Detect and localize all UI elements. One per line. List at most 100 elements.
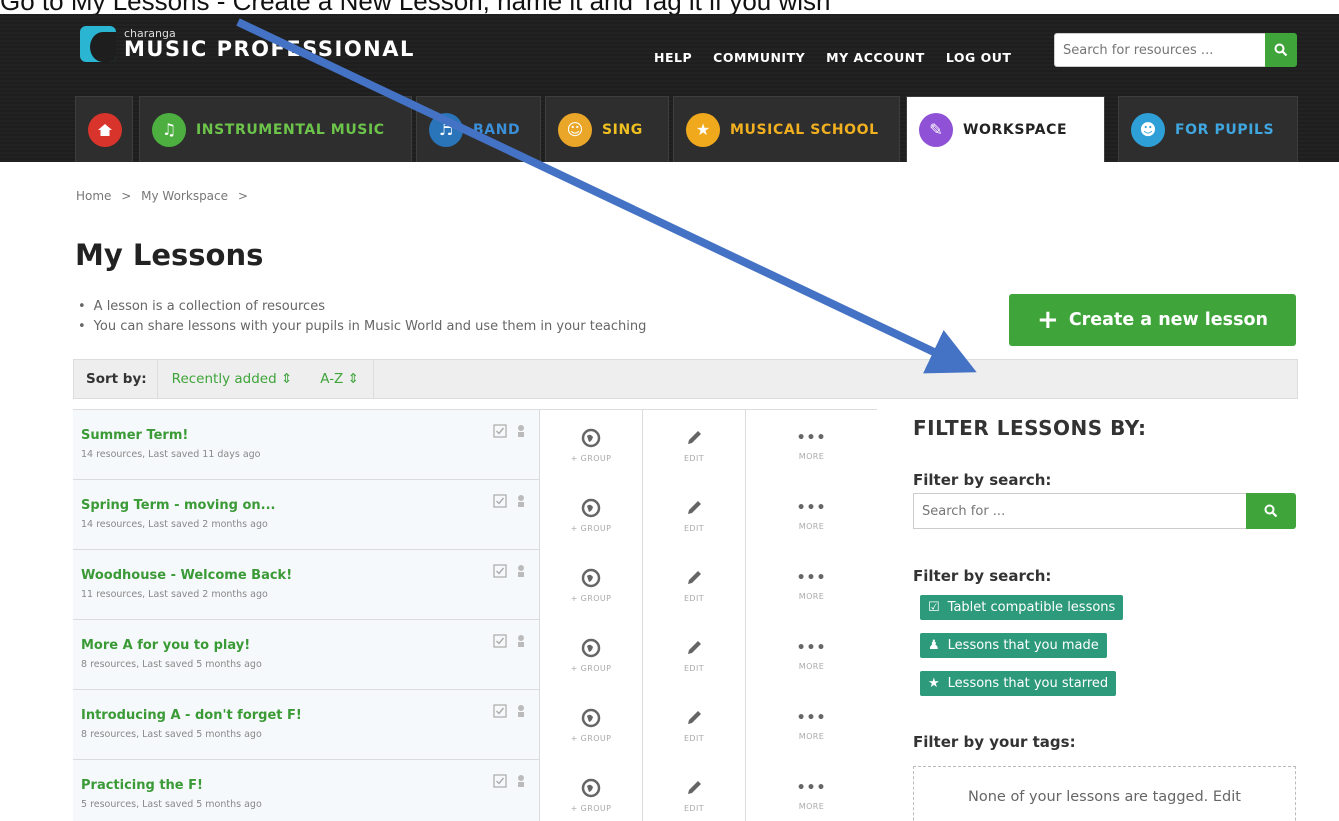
person-icon <box>518 705 524 717</box>
add-to-group-button[interactable]: + GROUP <box>539 480 642 550</box>
breadcrumb: Home > My Workspace > <box>76 189 254 203</box>
filter-search-button[interactable] <box>1246 493 1296 529</box>
filter-lessons-you-made[interactable]: ♟ Lessons that you made <box>920 633 1107 658</box>
edit-lesson-button[interactable]: EDIT <box>642 410 745 480</box>
add-to-group-button[interactable]: + GROUP <box>539 620 642 690</box>
edit-lesson-button[interactable]: EDIT <box>642 690 745 760</box>
person-icon <box>518 775 524 787</box>
nav-my-account-link[interactable]: MY ACCOUNT <box>826 50 925 65</box>
tab-workspace[interactable]: ✎ WORKSPACE <box>906 96 1105 162</box>
lesson-meta: 8 resources, Last saved 5 months ago <box>81 659 262 670</box>
sort-label: Sort by: <box>74 360 158 398</box>
lesson-name[interactable]: Woodhouse - Welcome Back! <box>81 568 292 583</box>
lesson-flags <box>493 564 527 578</box>
filter-type-label: Filter by search: <box>913 567 1052 585</box>
pencil-icon <box>688 710 701 724</box>
lesson-row[interactable]: Introducing A - don't forget F! 8 resour… <box>73 690 877 760</box>
create-new-lesson-button[interactable]: + Create a new lesson <box>1009 294 1296 346</box>
lesson-meta: 14 resources, Last saved 11 days ago <box>81 449 261 460</box>
pencil-icon <box>688 500 701 514</box>
ellipsis-icon: ••• <box>796 499 827 516</box>
more-options-button[interactable]: ••• MORE <box>745 550 877 620</box>
top-nav: HELP COMMUNITY MY ACCOUNT LOG OUT <box>654 50 1011 65</box>
charanga-logo[interactable]: charanga MUSIC PROFESSIONAL <box>80 26 415 62</box>
add-to-group-button[interactable]: + GROUP <box>539 690 642 760</box>
globe-icon <box>581 778 601 797</box>
globe-icon <box>581 498 601 517</box>
edit-lesson-button[interactable]: EDIT <box>642 620 745 690</box>
group-caption: + GROUP <box>570 733 612 743</box>
nav-help-link[interactable]: HELP <box>654 50 692 65</box>
lesson-row[interactable]: More A for you to play! 8 resources, Las… <box>73 620 877 690</box>
group-caption: + GROUP <box>570 803 612 813</box>
add-to-group-button[interactable]: + GROUP <box>539 410 642 480</box>
band-icon: ♬ <box>429 112 463 147</box>
tab-home[interactable] <box>75 96 133 162</box>
pencil-icon <box>688 780 701 794</box>
more-options-button[interactable]: ••• MORE <box>745 410 877 480</box>
lesson-flags <box>493 704 527 718</box>
tab-label: SING <box>602 121 643 138</box>
tablet-check-icon <box>493 424 507 438</box>
filter-lessons-you-starred[interactable]: ★ Lessons that you starred <box>920 671 1117 696</box>
musical-school-icon: ★ <box>686 112 720 147</box>
filter-search-label: Filter by search: <box>913 471 1052 489</box>
tab-instrumental-music[interactable]: ♫ INSTRUMENTAL MUSIC <box>139 96 412 162</box>
tab-band[interactable]: ♬ BAND <box>416 96 541 162</box>
sort-a-z[interactable]: A-Z ⇕ <box>306 360 374 398</box>
lesson-row[interactable]: Summer Term! 14 resources, Last saved 11… <box>73 410 877 480</box>
chip-label: Lessons that you made <box>947 638 1099 653</box>
lesson-flags <box>493 634 527 648</box>
filter-search-input[interactable] <box>913 493 1246 529</box>
nav-log-out-link[interactable]: LOG OUT <box>946 50 1012 65</box>
pencil-icon <box>688 570 701 584</box>
resource-search-button[interactable] <box>1265 33 1297 67</box>
charanga-logo-icon <box>80 26 116 62</box>
breadcrumb-workspace-link[interactable]: My Workspace <box>141 189 228 203</box>
search-icon <box>1264 504 1278 518</box>
nav-community-link[interactable]: COMMUNITY <box>713 50 805 65</box>
tab-musical-school[interactable]: ★ MUSICAL SCHOOL <box>673 96 900 162</box>
tablet-check-icon <box>493 494 507 508</box>
breadcrumb-separator: > <box>121 189 132 203</box>
lesson-name[interactable]: More A for you to play! <box>81 638 250 653</box>
more-options-button[interactable]: ••• MORE <box>745 620 877 690</box>
edit-caption: EDIT <box>683 523 705 533</box>
add-to-group-button[interactable]: + GROUP <box>539 760 642 821</box>
tab-sing[interactable]: ☺ SING <box>545 96 669 162</box>
lesson-row[interactable]: Woodhouse - Welcome Back! 11 resources, … <box>73 550 877 620</box>
filter-title: FILTER LESSONS BY: <box>913 416 1147 440</box>
tablet-check-icon <box>493 704 507 718</box>
page-title: My Lessons <box>75 238 264 272</box>
lesson-row[interactable]: Spring Term - moving on... 14 resources,… <box>73 480 877 550</box>
sort-recently-added[interactable]: Recently added ⇕ <box>158 360 307 398</box>
tab-label: MUSICAL SCHOOL <box>730 121 879 138</box>
lesson-name[interactable]: Spring Term - moving on... <box>81 498 275 513</box>
breadcrumb-separator: > <box>237 189 248 203</box>
tab-for-pupils[interactable]: ☻ FOR PUPILS <box>1118 96 1298 162</box>
breadcrumb-home-link[interactable]: Home <box>76 189 111 203</box>
intro-item: You can share lessons with your pupils i… <box>78 317 647 337</box>
logo-title: MUSIC PROFESSIONAL <box>124 37 415 61</box>
lesson-list: Summer Term! 14 resources, Last saved 11… <box>73 409 877 821</box>
more-caption: MORE <box>798 661 825 671</box>
resource-search-input[interactable] <box>1054 33 1265 67</box>
edit-lesson-button[interactable]: EDIT <box>642 550 745 620</box>
search-icon <box>1274 43 1288 57</box>
lesson-name[interactable]: Introducing A - don't forget F! <box>81 708 302 723</box>
lesson-row[interactable]: Practicing the F! 5 resources, Last save… <box>73 760 877 821</box>
lesson-name[interactable]: Summer Term! <box>81 428 188 443</box>
ellipsis-icon: ••• <box>796 709 827 726</box>
ellipsis-icon: ••• <box>796 569 827 586</box>
edit-lesson-button[interactable]: EDIT <box>642 480 745 550</box>
filter-tablet-compatible[interactable]: ☑ Tablet compatible lessons <box>920 595 1124 620</box>
lesson-name[interactable]: Practicing the F! <box>81 778 203 793</box>
tablet-check-icon: ☑ <box>928 600 940 615</box>
more-options-button[interactable]: ••• MORE <box>745 760 877 821</box>
more-options-button[interactable]: ••• MORE <box>745 690 877 760</box>
edit-lesson-button[interactable]: EDIT <box>642 760 745 821</box>
edit-caption: EDIT <box>683 733 705 743</box>
more-options-button[interactable]: ••• MORE <box>745 480 877 550</box>
workspace-icon: ✎ <box>919 112 953 147</box>
add-to-group-button[interactable]: + GROUP <box>539 550 642 620</box>
